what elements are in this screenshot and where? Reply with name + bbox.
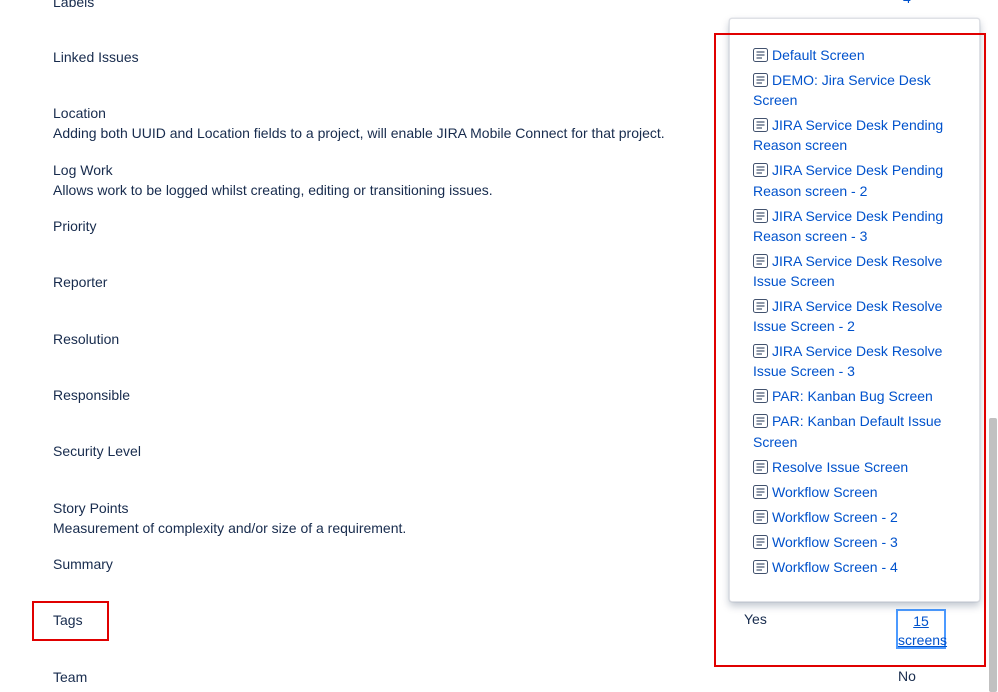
field-name: Summary — [53, 556, 113, 572]
field-name: Priority — [53, 218, 97, 234]
field-name: Linked Issues — [53, 49, 139, 65]
field-row-labels: Labels — [53, 0, 94, 12]
field-row-story-points: Story Points Measurement of complexity a… — [53, 498, 406, 538]
field-description: Measurement of complexity and/or size of… — [53, 520, 407, 536]
labels-screens-link[interactable]: 4 — [903, 0, 911, 6]
field-name: Responsible — [53, 387, 131, 403]
field-name: Labels — [53, 0, 95, 10]
field-description: Allows work to be logged whilst creating… — [53, 182, 493, 198]
team-required-value: No — [898, 668, 916, 684]
field-description: Adding both UUID and Location fields to … — [53, 125, 665, 141]
field-name: Log Work — [53, 162, 113, 178]
field-row-log-work: Log Work Allows work to be logged whilst… — [53, 160, 493, 200]
field-row-reporter: Reporter — [53, 272, 107, 292]
highlight-box-screens-popup — [714, 33, 986, 667]
field-row-team: Team — [53, 667, 87, 687]
field-name: Reporter — [53, 274, 108, 290]
field-name: Security Level — [53, 443, 141, 459]
field-row-summary: Summary — [53, 554, 113, 574]
field-row-linked-issues: Linked Issues — [53, 47, 139, 67]
field-row-priority: Priority — [53, 216, 97, 236]
scrollbar-thumb[interactable] — [989, 418, 997, 692]
field-row-responsible: Responsible — [53, 385, 130, 405]
field-row-security-level: Security Level — [53, 441, 141, 461]
field-name: Resolution — [53, 331, 120, 347]
field-row-resolution: Resolution — [53, 329, 119, 349]
highlight-box-tags — [32, 601, 109, 641]
field-row-location: Location Adding both UUID and Location f… — [53, 103, 665, 143]
field-name: Location — [53, 105, 106, 121]
field-name: Story Points — [53, 500, 129, 516]
field-name: Team — [53, 669, 88, 685]
